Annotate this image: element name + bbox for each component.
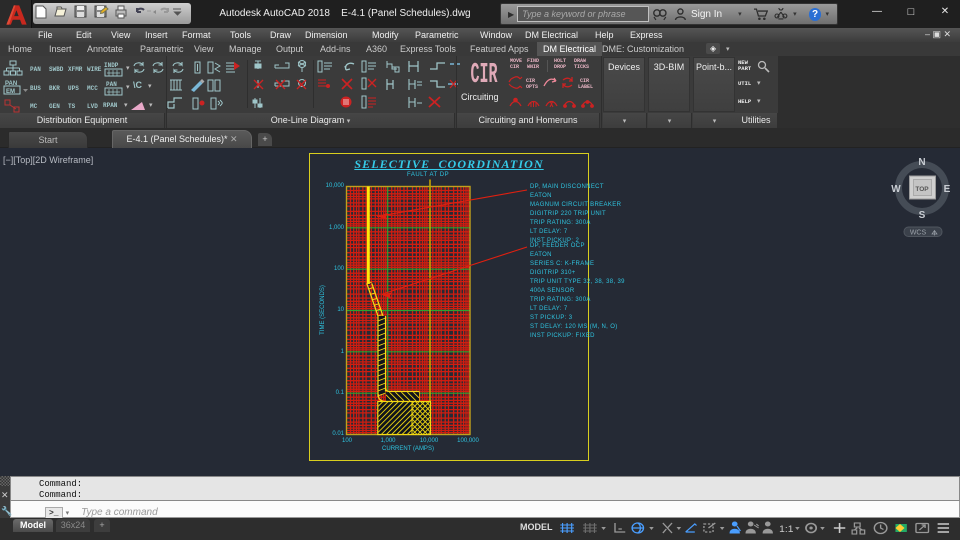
svg-text:1:1: 1:1	[779, 525, 793, 535]
